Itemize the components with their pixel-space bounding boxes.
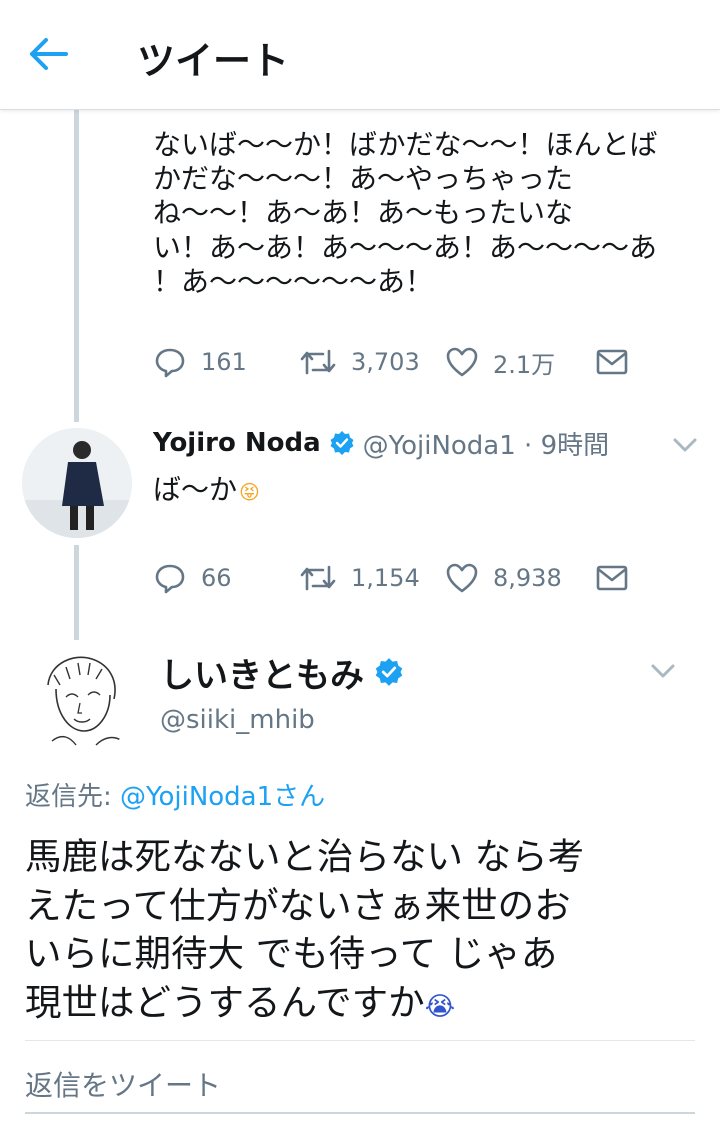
emoji-face: 😝: [239, 480, 260, 504]
avatar[interactable]: [22, 428, 132, 538]
chevron-down-icon: [651, 664, 675, 678]
verified-badge-icon: [330, 431, 354, 455]
reply-mention-link[interactable]: @YojiNoda1さん: [120, 782, 325, 812]
direct-message-button[interactable]: [595, 342, 629, 382]
chevron-down-icon: [673, 438, 697, 452]
reply-mention-suffix: さん: [273, 782, 326, 812]
reply-button[interactable]: 66: [153, 558, 232, 598]
like-button[interactable]: 2.1万: [445, 342, 555, 382]
main-tweet-text: 馬鹿は死なないと治らない なら考 えたって仕方がないさぁ来世のお いらに期待大 …: [25, 833, 705, 1031]
tweet-header: Yojiro Noda @YojiNoda1 · 9時間: [153, 423, 609, 463]
envelope-icon: [596, 349, 628, 375]
retweet-count: 3,703: [351, 348, 420, 376]
previous-tweet-actions: 161 3,703 2.1万: [153, 342, 633, 382]
reply-icon: [155, 564, 185, 594]
tweet-actions: 66 1,154 8,938: [153, 558, 633, 598]
reply-button[interactable]: 161: [153, 342, 247, 382]
retweet-icon: [300, 565, 336, 591]
avatar[interactable]: [26, 645, 136, 755]
arrow-left-icon: [30, 38, 68, 70]
reply-mention-text: @YojiNoda1: [120, 782, 274, 812]
tweet-text: ば～か 😝: [153, 468, 260, 508]
tweet-text-content: ば～か: [153, 473, 238, 506]
verified-badge-icon: [375, 658, 403, 686]
retweet-button[interactable]: 1,154: [299, 558, 420, 598]
reply-count: 161: [201, 348, 247, 376]
reply-context: 返信先: @YojiNoda1さん: [25, 776, 325, 813]
thread-connector-bottom: [74, 545, 79, 640]
author-handle: @siiki_mhib: [160, 705, 315, 735]
like-count: 2.1万: [493, 350, 556, 379]
reply-input[interactable]: [25, 1064, 695, 1114]
reply-count: 66: [201, 564, 232, 592]
tweet-menu-button[interactable]: [650, 662, 676, 684]
tweet-menu-button[interactable]: [672, 436, 698, 458]
heart-icon: [446, 347, 478, 377]
reply-icon: [155, 348, 185, 378]
heart-icon: [446, 563, 478, 593]
retweet-icon: [300, 349, 336, 375]
thread-connector-top: [74, 110, 79, 422]
author-name[interactable]: Yojiro Noda: [153, 428, 321, 458]
back-button[interactable]: [28, 36, 72, 72]
reply-prefix: 返信先:: [25, 782, 121, 812]
envelope-icon: [596, 565, 628, 591]
avatar-sketch-icon: [26, 645, 136, 755]
previous-tweet-text: ないば～～か！ばかだな～～！ほんとば かだな～～～！あ～やっちゃった ね～～！あ…: [153, 128, 658, 298]
author-name[interactable]: しいきともみ: [160, 648, 364, 697]
divider: [25, 1040, 695, 1041]
main-tweet-text-content: 馬鹿は死なないと治らない なら考 えたって仕方がないさぁ来世のお いらに期待大 …: [25, 835, 585, 1024]
like-button[interactable]: 8,938: [445, 558, 562, 598]
top-app-bar: ツイート: [0, 0, 720, 110]
avatar-photo-icon: [22, 428, 132, 538]
retweet-button[interactable]: 3,703: [299, 342, 420, 382]
page-title: ツイート: [137, 39, 290, 83]
like-count: 8,938: [493, 564, 562, 592]
author-header: しいきともみ: [160, 648, 404, 696]
retweet-count: 1,154: [351, 564, 420, 592]
direct-message-button[interactable]: [595, 558, 629, 598]
author-handle-time: @YojiNoda1 · 9時間: [362, 430, 610, 461]
emoji-crying-face: 😭: [424, 991, 456, 1022]
